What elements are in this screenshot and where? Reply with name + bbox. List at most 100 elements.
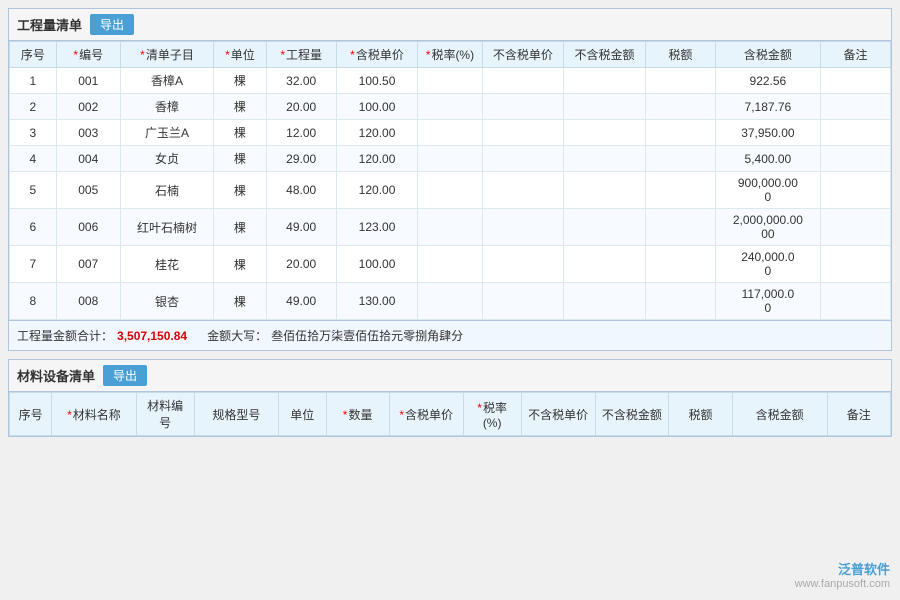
- table-cell: 100.00: [336, 94, 418, 120]
- watermark: 泛普软件 www.fanpusoft.com: [795, 559, 890, 590]
- table-cell: 棵: [214, 209, 267, 246]
- table-cell: [820, 94, 890, 120]
- table-cell: [418, 172, 482, 209]
- table-cell: [418, 94, 482, 120]
- table-cell: [482, 146, 564, 172]
- big-amount-value: 叁佰伍拾万柒壹佰伍拾元零捌角肆分: [271, 327, 463, 344]
- col-remark: 备注: [820, 42, 890, 68]
- table-cell: [645, 120, 715, 146]
- col-tax-rate: *税率(%): [418, 42, 482, 68]
- watermark-main: 泛普软件: [795, 559, 890, 578]
- table-row[interactable]: 6006红叶石楠树棵49.00123.002,000,000.00 00: [10, 209, 891, 246]
- s2-col-spec: 规格型号: [194, 393, 278, 436]
- section1-table-wrapper[interactable]: 序号 *编号 *清单子目 *单位 *工程量 *含税单价 *税率(%) 不含税单价…: [9, 41, 891, 320]
- col-qty: *工程量: [266, 42, 336, 68]
- table-cell: 120.00: [336, 120, 418, 146]
- table-cell: 002: [56, 94, 120, 120]
- table-cell: [418, 283, 482, 320]
- table-cell: [564, 94, 646, 120]
- table-cell: 3: [10, 120, 57, 146]
- s2-col-code: 材料编号: [136, 393, 194, 436]
- s2-col-unit: 单位: [279, 393, 326, 436]
- table-cell: 004: [56, 146, 120, 172]
- table-cell: 7,187.76: [715, 94, 820, 120]
- table-row[interactable]: 5005石楠棵48.00120.00900,000.00 0: [10, 172, 891, 209]
- table-cell: [564, 68, 646, 94]
- table-cell: 棵: [214, 283, 267, 320]
- table-cell: [645, 283, 715, 320]
- watermark-url: www.fanpusoft.com: [795, 578, 890, 590]
- table-row[interactable]: 7007桂花棵20.00100.00240,000.0 0: [10, 246, 891, 283]
- table-cell: 922.56: [715, 68, 820, 94]
- section2-header-row: 序号 *材料名称 材料编号 规格型号 单位 *数量 *含税单价 *税率(%) 不…: [10, 393, 891, 436]
- section2-export-button[interactable]: 导出: [103, 365, 147, 386]
- table-cell: 香樟: [120, 94, 213, 120]
- table-cell: [482, 172, 564, 209]
- table-cell: 20.00: [266, 94, 336, 120]
- table-cell: [418, 120, 482, 146]
- table-cell: [564, 209, 646, 246]
- big-amount-label: 金额大写：: [207, 327, 267, 344]
- table-cell: 49.00: [266, 283, 336, 320]
- table-cell: 12.00: [266, 120, 336, 146]
- table-cell: 广玉兰A: [120, 120, 213, 146]
- col-amount: 含税金额: [715, 42, 820, 68]
- s2-col-name: *材料名称: [52, 393, 136, 436]
- table-cell: 100.00: [336, 246, 418, 283]
- table-cell: [645, 172, 715, 209]
- s2-col-no: 序号: [10, 393, 52, 436]
- table-cell: [418, 246, 482, 283]
- table-cell: 4: [10, 146, 57, 172]
- table-cell: [564, 120, 646, 146]
- table-row[interactable]: 2002香樟棵20.00100.007,187.76: [10, 94, 891, 120]
- table-cell: 6: [10, 209, 57, 246]
- material-equipment-section: 材料设备清单 导出 序号 *材料名称 材料编号 规格型号 单位 *数量 *含税单…: [8, 359, 892, 437]
- table-cell: [564, 146, 646, 172]
- table-cell: [820, 283, 890, 320]
- table-row[interactable]: 3003广玉兰A棵12.00120.0037,950.00: [10, 120, 891, 146]
- section1-export-button[interactable]: 导出: [90, 14, 134, 35]
- summary-label: 工程量金额合计：: [17, 327, 113, 344]
- table-cell: [564, 172, 646, 209]
- col-notax-amount: 不含税金额: [564, 42, 646, 68]
- table-cell: [482, 283, 564, 320]
- table-cell: 棵: [214, 146, 267, 172]
- table-cell: 240,000.0 0: [715, 246, 820, 283]
- table-cell: 5,400.00: [715, 146, 820, 172]
- table-cell: 石楠: [120, 172, 213, 209]
- section2-title: 材料设备清单: [17, 366, 95, 385]
- table-cell: [418, 146, 482, 172]
- section1-summary: 工程量金额合计： 3,507,150.84 金额大写： 叁佰伍拾万柒壹佰伍拾元零…: [9, 320, 891, 350]
- s2-col-tax: 税额: [669, 393, 732, 436]
- s2-col-tax-rate: *税率(%): [463, 393, 521, 436]
- s2-col-qty: *数量: [326, 393, 389, 436]
- table-cell: 49.00: [266, 209, 336, 246]
- table-cell: 棵: [214, 172, 267, 209]
- table-cell: 桂花: [120, 246, 213, 283]
- table-cell: [482, 209, 564, 246]
- table-cell: 棵: [214, 246, 267, 283]
- s2-col-notax-amount: 不含税金额: [595, 393, 669, 436]
- s2-col-amount: 含税金额: [732, 393, 827, 436]
- table-cell: [820, 120, 890, 146]
- table-row[interactable]: 1001香樟A棵32.00100.50922.56: [10, 68, 891, 94]
- table-row[interactable]: 8008银杏棵49.00130.00117,000.0 0: [10, 283, 891, 320]
- section1-header-row: 序号 *编号 *清单子目 *单位 *工程量 *含税单价 *税率(%) 不含税单价…: [10, 42, 891, 68]
- table-cell: [820, 68, 890, 94]
- section2-table: 序号 *材料名称 材料编号 规格型号 单位 *数量 *含税单价 *税率(%) 不…: [9, 392, 891, 436]
- section2-table-wrapper[interactable]: 序号 *材料名称 材料编号 规格型号 单位 *数量 *含税单价 *税率(%) 不…: [9, 392, 891, 436]
- table-cell: [564, 246, 646, 283]
- col-code: *编号: [56, 42, 120, 68]
- table-cell: [645, 146, 715, 172]
- table-cell: 100.50: [336, 68, 418, 94]
- table-cell: [820, 246, 890, 283]
- section1-table: 序号 *编号 *清单子目 *单位 *工程量 *含税单价 *税率(%) 不含税单价…: [9, 41, 891, 320]
- table-row[interactable]: 4004女贞棵29.00120.005,400.00: [10, 146, 891, 172]
- table-cell: [418, 68, 482, 94]
- col-no: 序号: [10, 42, 57, 68]
- table-cell: 005: [56, 172, 120, 209]
- table-cell: 48.00: [266, 172, 336, 209]
- table-cell: 1: [10, 68, 57, 94]
- col-name: *清单子目: [120, 42, 213, 68]
- table-cell: [482, 94, 564, 120]
